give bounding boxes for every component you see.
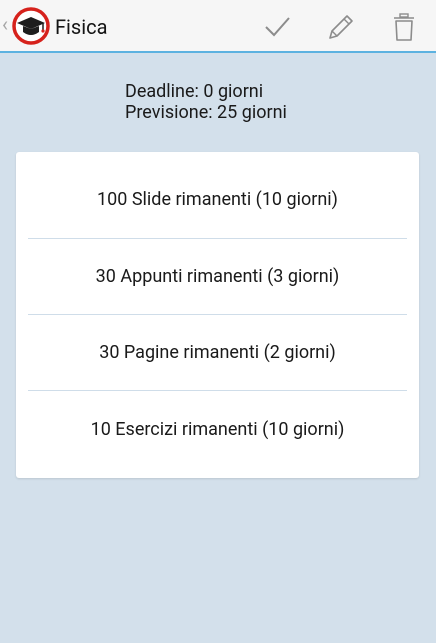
- checkmark-icon: [265, 17, 290, 37]
- delete-button[interactable]: [386, 9, 422, 45]
- divider: [28, 314, 407, 315]
- forecast-text: Previsione: 25 giorni: [125, 102, 287, 123]
- schedule-info: Deadline: 0 giorni Previsione: 25 giorni: [125, 81, 287, 123]
- list-item[interactable]: 10 Esercizi rimanenti (10 giorni): [16, 419, 419, 441]
- list-item[interactable]: 100 Slide rimanenti (10 giorni): [16, 189, 419, 211]
- edit-button[interactable]: [322, 9, 358, 45]
- confirm-button[interactable]: [259, 9, 295, 45]
- list-item[interactable]: 30 Pagine rimanenti (2 giorni): [16, 342, 419, 364]
- trash-icon: [394, 13, 414, 41]
- task-list: 100 Slide rimanenti (10 giorni) 30 Appun…: [16, 152, 419, 478]
- action-bar: ‹ Fisica: [0, 0, 436, 53]
- divider: [28, 238, 407, 239]
- pencil-icon: [329, 15, 353, 39]
- divider: [28, 390, 407, 391]
- graduation-cap-icon[interactable]: [12, 7, 50, 45]
- list-item[interactable]: 30 Appunti rimanenti (3 giorni): [16, 266, 419, 288]
- deadline-text: Deadline: 0 giorni: [125, 81, 264, 102]
- up-chevron-icon[interactable]: ‹: [2, 14, 8, 34]
- page-title: Fisica: [55, 15, 108, 39]
